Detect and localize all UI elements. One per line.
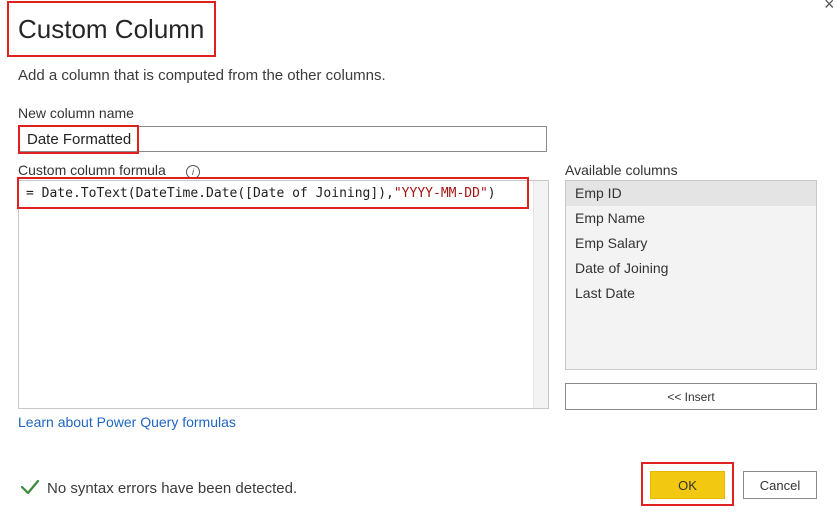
- formula-highlight-box: [17, 177, 529, 209]
- syntax-status-text: No syntax errors have been detected.: [47, 480, 298, 497]
- available-column-item[interactable]: Emp Name: [566, 206, 816, 231]
- insert-button[interactable]: << Insert: [565, 383, 817, 410]
- title-highlight-box: [7, 1, 216, 57]
- ok-highlight-box: [641, 462, 734, 506]
- formula-editor[interactable]: [18, 180, 549, 409]
- formula-scrollbar[interactable]: [533, 181, 548, 408]
- available-column-item[interactable]: Emp ID: [566, 181, 816, 206]
- new-column-name-label: New column name: [18, 105, 134, 121]
- available-column-item[interactable]: Last Date: [566, 281, 816, 306]
- learn-power-query-link[interactable]: Learn about Power Query formulas: [18, 414, 236, 430]
- available-columns-label: Available columns: [565, 162, 678, 178]
- available-column-item[interactable]: Date of Joining: [566, 256, 816, 281]
- dialog-subtitle: Add a column that is computed from the o…: [18, 67, 386, 84]
- checkmark-icon: [20, 479, 40, 495]
- close-icon[interactable]: ×: [824, 0, 835, 13]
- available-columns-list[interactable]: Emp ID Emp Name Emp Salary Date of Joini…: [565, 180, 817, 370]
- custom-column-formula-label: Custom column formula: [18, 162, 166, 178]
- cancel-button[interactable]: Cancel: [743, 471, 817, 499]
- available-column-item[interactable]: Emp Salary: [566, 231, 816, 256]
- name-highlight-box: [18, 125, 139, 154]
